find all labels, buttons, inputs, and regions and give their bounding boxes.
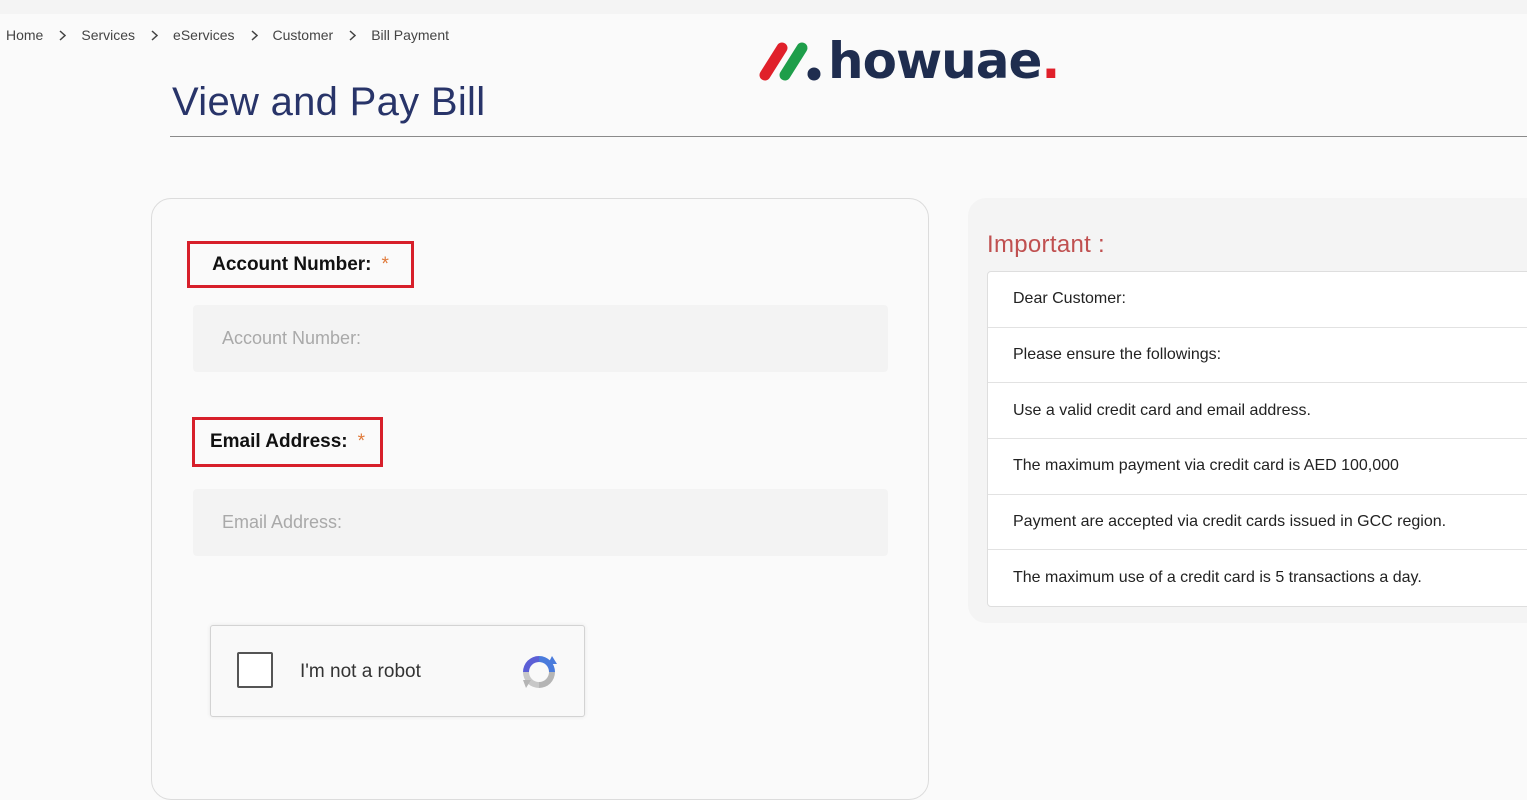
chevron-right-icon: [59, 29, 67, 41]
required-asterisk: *: [357, 431, 366, 452]
breadcrumb-home[interactable]: Home: [6, 27, 43, 43]
breadcrumb: Home Services eServices Customer Bill Pa…: [6, 27, 449, 43]
top-bar: [0, 0, 1527, 14]
info-item: Use a valid credit card and email addres…: [988, 383, 1527, 440]
email-address-label: Email Address: *: [192, 417, 383, 467]
recaptcha-label: I'm not a robot: [300, 661, 421, 682]
important-info-list: Dear Customer: Please ensure the followi…: [987, 271, 1527, 608]
chevron-right-icon: [151, 29, 159, 41]
logo-mark-icon: [759, 42, 821, 81]
breadcrumb-bill-payment: Bill Payment: [371, 27, 450, 43]
logo-wordmark: howuae.: [828, 32, 1060, 90]
required-asterisk: *: [381, 253, 389, 275]
chevron-right-icon: [349, 29, 357, 41]
site-logo[interactable]: howuae.: [756, 32, 1060, 90]
info-item: Payment are accepted via credit cards is…: [988, 495, 1527, 551]
recaptcha-widget: I'm not a robot: [210, 625, 585, 717]
account-number-input[interactable]: [193, 305, 888, 372]
recaptcha-checkbox[interactable]: [237, 652, 273, 688]
important-heading: Important :: [987, 231, 1106, 258]
info-item: The maximum payment via credit card is A…: [988, 439, 1527, 495]
chevron-right-icon: [251, 29, 258, 41]
breadcrumb-customer[interactable]: Customer: [273, 27, 334, 43]
breadcrumb-eservices[interactable]: eServices: [173, 27, 234, 43]
breadcrumb-services[interactable]: Services: [81, 27, 135, 43]
account-number-label: Account Number: *: [187, 241, 414, 288]
title-divider: [170, 136, 1527, 137]
page-title: View and Pay Bill: [172, 80, 486, 124]
recaptcha-logo-icon: [523, 656, 557, 688]
info-item: Please ensure the followings:: [988, 328, 1527, 384]
info-item: Dear Customer:: [988, 272, 1527, 328]
email-address-input[interactable]: [193, 489, 888, 556]
info-item: The maximum use of a credit card is 5 tr…: [1013, 569, 1422, 587]
